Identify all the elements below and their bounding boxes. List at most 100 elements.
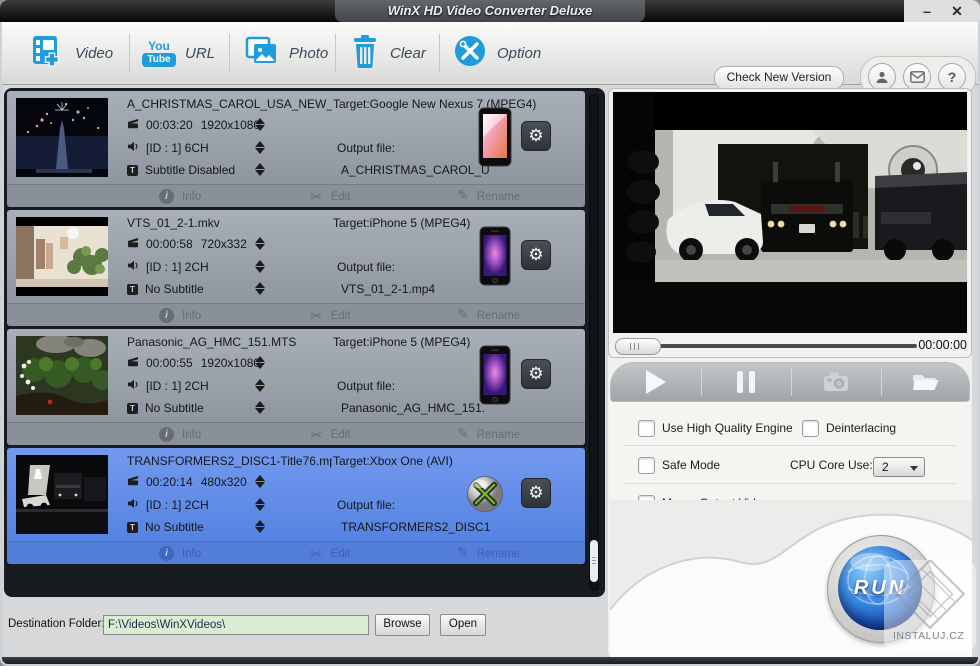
video-thumbnail [16,217,109,296]
video-track-spinner[interactable] [255,237,265,250]
rename-button[interactable]: ✎ Rename [457,423,520,445]
info-button[interactable]: i Info [159,304,201,326]
window-bottom-edge [2,657,978,664]
minimize-button[interactable]: – [916,1,938,21]
iphone-icon[interactable] [475,224,515,288]
rename-pencil-icon: ✎ [457,306,469,322]
destination-path-input[interactable] [103,615,369,635]
snapshot-button[interactable] [791,363,880,401]
gear-icon: ⚙ [528,126,544,145]
info-button[interactable]: i Info [159,542,201,564]
help-button[interactable]: ? [938,63,966,91]
browse-button[interactable]: Browse [375,614,430,636]
rename-button[interactable]: ✎ Rename [457,185,520,207]
audio-track-spinner[interactable] [255,498,265,511]
video-track-spinner[interactable] [255,356,265,369]
settings-gear-button[interactable]: ⚙ [521,478,551,508]
speaker-icon [127,498,139,512]
add-photo-button[interactable]: Photo [242,30,328,76]
open-folder-button[interactable] [881,363,970,401]
output-file-name: A_CHRISTMAS_CAROL_U [341,163,490,177]
video-thumbnail [16,98,108,177]
video-list-item-selected[interactable]: TRANSFORMERS2_DISC1-Title76.mp4 00:20:14… [7,448,585,564]
clear-button[interactable]: Clear [349,30,426,76]
close-button[interactable]: ✕ [946,1,968,21]
seek-thumb[interactable] [615,338,661,355]
audio-track: [ID : 1] 2CH [146,498,209,512]
edit-button[interactable]: ✂ Edit [310,542,350,564]
subtitle-spinner[interactable] [255,163,265,176]
subtitle-spinner[interactable] [255,282,265,295]
video-list-item[interactable]: A_CHRISTMAS_CAROL_USA_NEW_Ma 00:03:20 192… [7,91,585,207]
option-button[interactable]: Option [452,30,541,76]
scissors-icon: ✂ [310,188,323,206]
clapperboard-icon [127,356,139,370]
gear-icon: ⚙ [528,245,544,264]
cpu-core-label: CPU Core Use: [790,458,873,472]
speaker-icon [127,260,139,274]
video-list-item[interactable]: Panasonic_AG_HMC_151.MTS 00:00:55 1920x10… [7,329,585,445]
tools-wrench-icon [452,33,488,74]
rename-button[interactable]: ✎ Rename [457,542,520,564]
play-button[interactable] [611,363,700,401]
audio-track-spinner[interactable] [255,379,265,392]
video-item-body: A_CHRISTMAS_CAROL_USA_NEW_Ma 00:03:20 192… [7,91,585,184]
video-label: Video [75,44,114,62]
add-url-button[interactable]: You Tube URL [142,30,215,76]
xbox-icon[interactable] [465,462,505,526]
item-action-bar: i Info ✂ Edit ✎ Rename [7,184,585,207]
video-track-spinner[interactable] [255,475,265,488]
rename-button[interactable]: ✎ Rename [457,304,520,326]
iphone-icon[interactable] [475,343,515,407]
rename-pencil-icon: ✎ [457,425,469,441]
duration-resolution: 00:00:58 720x332 [146,237,247,251]
video-list-item[interactable]: VTS_01_2-1.mkv 00:00:58 720x332 [ID : 1] … [7,210,585,326]
high-quality-checkbox[interactable] [638,420,655,437]
seek-track[interactable] [617,344,917,348]
video-item-body: VTS_01_2-1.mkv 00:00:58 720x332 [ID : 1] … [7,210,585,303]
list-scrollbar-track[interactable] [589,94,599,591]
info-button[interactable]: i Info [159,423,201,445]
duration-resolution: 00:00:55 1920x1080 [146,356,261,370]
gear-icon: ⚙ [528,483,544,502]
nexus-tablet-icon[interactable] [475,105,515,169]
output-file-label: Output file: [337,260,396,274]
youtube-icon: You Tube [142,39,176,67]
output-file-label: Output file: [337,379,396,393]
video-track-spinner[interactable] [255,118,265,131]
safe-mode-checkbox[interactable] [638,457,655,474]
duration-resolution: 00:20:14 480x320 [146,475,247,489]
clapperboard-icon [127,237,139,251]
check-new-version-button[interactable]: Check New Version [714,66,844,90]
preview-video [613,92,967,333]
item-action-bar: i Info ✂ Edit ✎ Rename [7,422,585,445]
open-button[interactable]: Open [440,614,486,636]
audio-track: [ID : 1] 2CH [146,379,209,393]
info-button[interactable]: i Info [159,185,201,207]
deinterlacing-checkbox[interactable] [802,420,819,437]
list-scrollbar-thumb[interactable] [590,540,598,582]
settings-gear-button[interactable]: ⚙ [521,240,551,270]
clapperboard-icon [127,475,139,489]
audio-track-spinner[interactable] [255,260,265,273]
item-action-bar: i Info ✂ Edit ✎ Rename [7,541,585,564]
edit-button[interactable]: ✂ Edit [310,423,350,445]
account-button[interactable] [868,63,896,91]
cpu-core-select[interactable]: 2 [873,457,925,477]
contact-button[interactable] [903,63,931,91]
title-bar: WinX HD Video Converter Deluxe – ✕ [0,0,980,22]
settings-gear-button[interactable]: ⚙ [521,359,551,389]
target-format: Target:Google New Nexus 7 (MPEG4) [333,97,537,111]
subtitle-spinner[interactable] [255,401,265,414]
subtitle-icon: T [127,283,138,295]
cpu-core-value: 2 [882,460,889,474]
settings-gear-button[interactable]: ⚙ [521,121,551,151]
video-item-body: Panasonic_AG_HMC_151.MTS 00:00:55 1920x10… [7,329,585,422]
high-quality-label: Use High Quality Engine [662,421,793,435]
audio-track-spinner[interactable] [255,141,265,154]
edit-button[interactable]: ✂ Edit [310,304,350,326]
subtitle-spinner[interactable] [255,520,265,533]
add-video-button[interactable]: Video [28,30,113,76]
pause-button[interactable] [701,363,790,401]
edit-button[interactable]: ✂ Edit [310,185,350,207]
